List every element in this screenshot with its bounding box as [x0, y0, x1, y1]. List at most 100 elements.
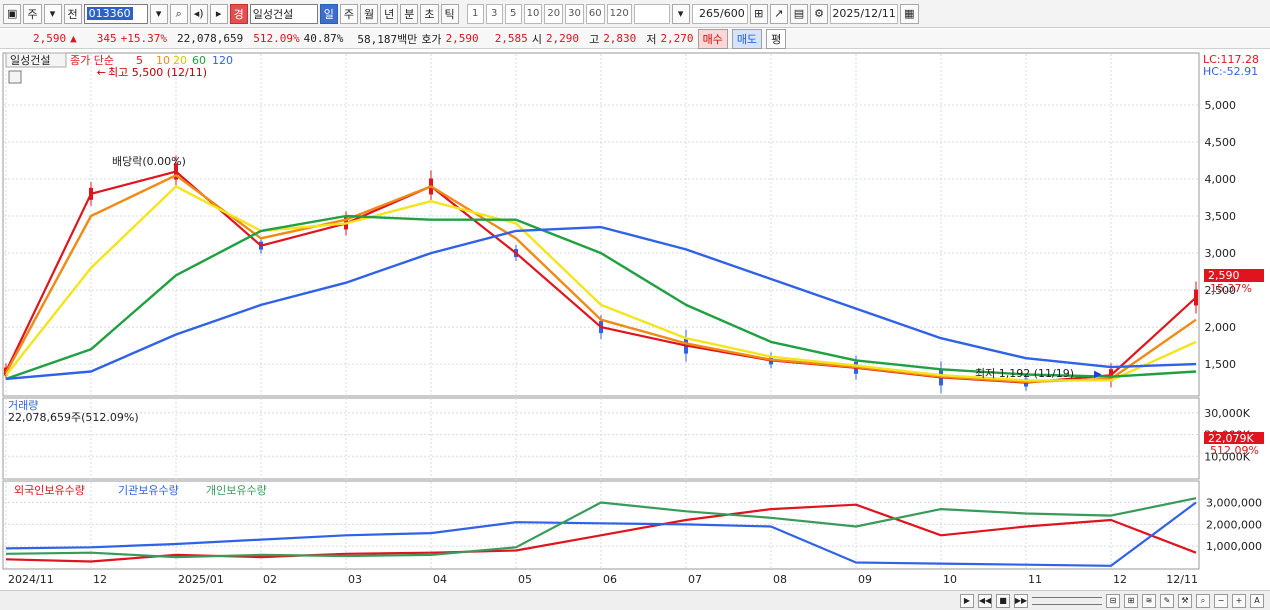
- all-button[interactable]: 전: [63, 3, 82, 24]
- period-day[interactable]: 일: [319, 3, 338, 24]
- x-axis-tick: 2024/11: [8, 573, 54, 586]
- turnover-value: 40.87%: [303, 32, 344, 45]
- prev-stock-icon[interactable]: ▸: [209, 3, 228, 24]
- layout-icon[interactable]: ⊟: [1106, 593, 1120, 608]
- compare-icon[interactable]: ≋: [1142, 593, 1156, 608]
- price-status-row: 2,590 ▲ 345 +15.37% 22,078,659 512.09% 4…: [0, 28, 1270, 49]
- x-axis-tick: 03: [348, 573, 362, 586]
- period-second[interactable]: 초: [420, 3, 439, 24]
- market-type-select[interactable]: 주: [23, 3, 42, 24]
- sell-button[interactable]: 매도: [731, 28, 763, 49]
- x-axis-tick: 05: [518, 573, 532, 586]
- legend-institution: 기관보유수량: [118, 484, 179, 497]
- interval-1[interactable]: 1: [466, 3, 484, 24]
- high-price: 2,830: [603, 32, 637, 45]
- tools-icon[interactable]: ✎: [1160, 593, 1174, 608]
- low-label: 저: [646, 32, 657, 46]
- play-icon[interactable]: ▶: [960, 593, 974, 608]
- max-price-label: 최고 5,500 (12/11): [108, 66, 207, 79]
- draw-icon[interactable]: ⚒: [1178, 593, 1192, 608]
- holding-y-tick: 3,000,000: [1206, 497, 1262, 510]
- save-icon[interactable]: ▤: [789, 3, 809, 24]
- high-label: 고: [589, 32, 600, 46]
- window-icon[interactable]: ▣: [3, 3, 22, 24]
- rewind-icon[interactable]: ◀◀: [978, 593, 992, 608]
- grid-icon[interactable]: ⊞: [1124, 593, 1138, 608]
- interval-30[interactable]: 30: [565, 3, 584, 24]
- table-toggle-icon[interactable]: [8, 70, 22, 84]
- zoom-out-icon[interactable]: −: [1214, 593, 1228, 608]
- search-icon[interactable]: ⌕: [169, 3, 188, 24]
- count-value: 265: [698, 7, 720, 20]
- x-axis-tick: 09: [858, 573, 872, 586]
- price-panel-title: 일성건설: [10, 53, 50, 67]
- period-minute[interactable]: 분: [400, 3, 419, 24]
- legend-individual: 개인보유수량: [206, 484, 267, 497]
- volume-pct: 512.09%: [253, 32, 300, 45]
- last-price-label: 2,590: [1208, 269, 1240, 282]
- top-toolbar: ▣ 주 ▾ 전 013360 ▾ ⌕ ◂) ▸ 경 일성건설 일 주 월 년 분…: [0, 0, 1270, 28]
- count-total: /600: [719, 7, 745, 20]
- low-price: 2,270: [660, 32, 694, 45]
- x-axis-tick: 07: [688, 573, 702, 586]
- interval-10[interactable]: 10: [523, 3, 543, 24]
- interval-dropdown-icon[interactable]: ▾: [671, 3, 690, 24]
- font-size-icon[interactable]: A: [1250, 593, 1264, 608]
- x-axis-tick: 12/11: [1166, 573, 1198, 586]
- x-axis-tick: 12: [93, 573, 107, 586]
- holding-y-tick: 1,000,000: [1206, 540, 1262, 553]
- chevron-down-icon[interactable]: ▾: [43, 3, 62, 24]
- draw-tool-icon[interactable]: ↗: [769, 3, 788, 24]
- chart-area[interactable]: 5,000 4,500 4,000 3,500 3,000 2,500 2,000 1,500…: [0, 50, 1270, 590]
- open-price: 2,290: [545, 32, 580, 45]
- buy-button[interactable]: 매수: [697, 28, 728, 49]
- zoom-in-icon[interactable]: +: [1232, 593, 1246, 608]
- sound-icon[interactable]: ◂): [189, 3, 208, 24]
- period-month[interactable]: 월: [360, 3, 379, 24]
- stop-icon[interactable]: ■: [996, 593, 1010, 608]
- volume-panel-value: 22,078,659주(512.09%): [8, 411, 139, 424]
- period-year[interactable]: 년: [380, 3, 399, 24]
- eval-button[interactable]: 평: [766, 28, 787, 49]
- min-price-label: 최저 1,192 (11/19): [975, 367, 1074, 380]
- interval-20[interactable]: 20: [544, 3, 564, 24]
- fast-forward-icon[interactable]: ▶▶: [1014, 593, 1028, 608]
- stock-chart-svg[interactable]: 5,0004,5004,0003,5003,0002,5002,0001,500…: [0, 50, 1270, 590]
- volume-value: 22,078,659: [176, 32, 244, 45]
- period-week[interactable]: 주: [339, 3, 359, 24]
- date-field[interactable]: 2025/12/11: [830, 3, 899, 24]
- last-volume-pct: 512.09%: [1210, 444, 1259, 457]
- price-y-tick: 4,000: [1205, 173, 1237, 186]
- min-arrow-icon: ▶: [1094, 369, 1102, 380]
- count-field[interactable]: 265/600: [691, 3, 748, 24]
- interval-3[interactable]: 3: [485, 3, 503, 24]
- code-dropdown-icon[interactable]: ▾: [149, 3, 168, 24]
- x-axis-tick: 08: [773, 573, 787, 586]
- custom-interval-input[interactable]: [633, 3, 670, 24]
- stock-name-field[interactable]: 일성건설: [249, 3, 318, 24]
- period-tick[interactable]: 틱: [440, 3, 459, 24]
- bottom-navigation-bar: ▶ ◀◀ ■ ▶▶ ⊟ ⊞ ≋ ✎ ⚒ ⌕ − + A: [0, 590, 1270, 610]
- max-arrow-icon: ←: [97, 66, 106, 79]
- price-y-tick: 5,000: [1205, 99, 1237, 112]
- holding-y-tick: 2,000,000: [1206, 518, 1262, 531]
- calendar-icon[interactable]: ▦: [900, 3, 919, 24]
- price-y-tick: 3,000: [1205, 247, 1237, 260]
- gear-icon[interactable]: ⚙: [810, 3, 829, 24]
- current-price: 2,590: [33, 32, 67, 45]
- interval-5[interactable]: 5: [504, 3, 522, 24]
- zoom-slider[interactable]: [1032, 596, 1102, 605]
- legend-foreign: 외국인보유수량: [14, 484, 85, 497]
- zoom-icon[interactable]: ⌕: [1196, 593, 1210, 608]
- x-axis-tick: 10: [943, 573, 957, 586]
- bid-price: 2,585: [494, 32, 528, 45]
- interval-120[interactable]: 120: [606, 3, 632, 24]
- interval-60[interactable]: 60: [585, 3, 605, 24]
- chart-settings-icon[interactable]: ⊞: [749, 3, 768, 24]
- open-label: 시: [531, 32, 542, 46]
- price-y-tick: 1,500: [1205, 358, 1237, 371]
- x-axis-tick: 04: [433, 573, 447, 586]
- x-axis-ticks: 2024/11 12 2025/01 02 03 04 05 06 07 08 09 10 11 12 12…: [8, 573, 1198, 586]
- stock-code-input[interactable]: 013360: [83, 3, 148, 24]
- hc-label: HC:-52.91: [1203, 65, 1258, 78]
